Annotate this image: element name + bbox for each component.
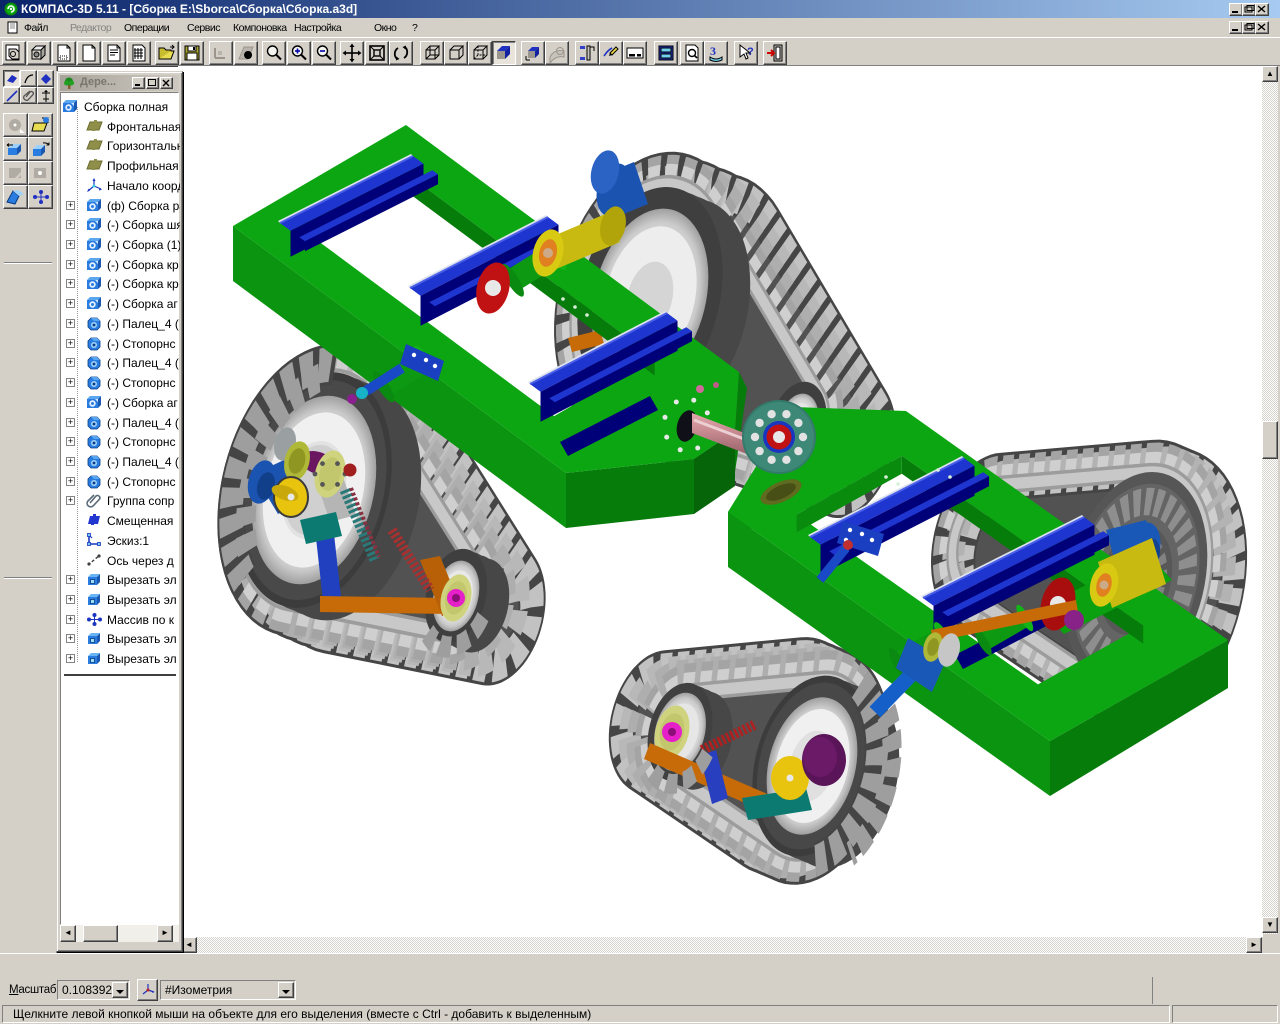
svg-text:3: 3 <box>710 44 716 58</box>
svg-text:?: ? <box>747 46 754 58</box>
